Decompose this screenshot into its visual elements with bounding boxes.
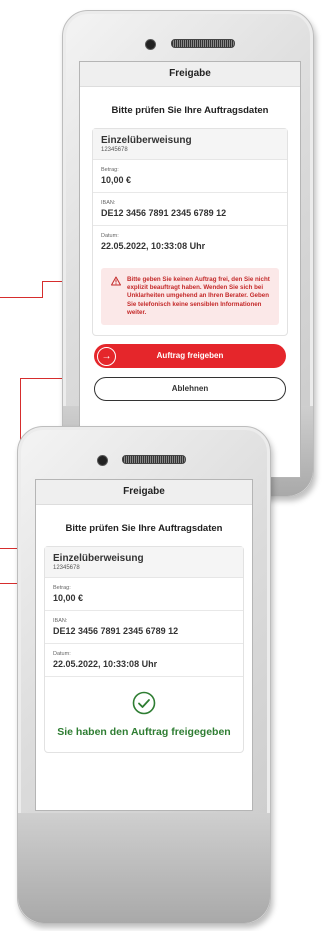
phone-screen: Freigabe Bitte prüfen Sie Ihre Auftragsd… (35, 479, 253, 811)
account-number: 12345678 (53, 565, 80, 571)
field-value: 10,00 € (101, 175, 132, 185)
field-value: 22.05.2022, 10:33:08 Uhr (101, 241, 206, 251)
check-circle-icon (132, 691, 156, 715)
field-label: Betrag: (53, 585, 71, 591)
amount-field: Betrag: 10,00 € (45, 578, 243, 611)
connector-line (0, 297, 42, 298)
approve-order-button[interactable]: → Auftrag freigeben (94, 344, 286, 369)
iban-field: IBAN: DE12 3456 7891 2345 6789 12 (45, 611, 243, 644)
connector-line (42, 281, 43, 298)
app-header-title: Freigabe (36, 480, 252, 505)
warning-text: Bitte geben Sie keinen Auftrag frei, den… (127, 276, 270, 316)
phone-mockup-back: Freigabe Bitte prüfen Sie Ihre Auftragsd… (62, 10, 314, 497)
approve-label: Auftrag freigeben (156, 351, 224, 361)
date-field: Datum: 22.05.2022, 10:33:08 Uhr (45, 644, 243, 677)
iban-field: IBAN: DE12 3456 7891 2345 6789 12 (93, 193, 287, 226)
phone-bottom-bezel (18, 813, 270, 923)
speaker-grille (122, 455, 186, 464)
reject-button[interactable]: Ablehnen (94, 377, 286, 402)
phone-mockup-front: Freigabe Bitte prüfen Sie Ihre Auftragsd… (17, 426, 271, 924)
date-field: Datum: 22.05.2022, 10:33:08 Uhr (93, 226, 287, 258)
field-value: DE12 3456 7891 2345 6789 12 (53, 626, 179, 636)
camera-icon (97, 455, 108, 466)
field-value: 22.05.2022, 10:33:08 Uhr (53, 659, 158, 669)
order-type: Einzelüberweisung (53, 553, 144, 564)
success-section: Sie haben den Auftrag freigegeben (45, 677, 243, 752)
warning-box: Bitte geben Sie keinen Auftrag frei, den… (101, 268, 279, 326)
page-heading: Bitte prüfen Sie Ihre Auftragsdaten (65, 523, 223, 534)
arrow-right-icon: → (97, 347, 116, 367)
order-type: Einzelüberweisung (101, 135, 192, 146)
phone-screen: Freigabe Bitte prüfen Sie Ihre Auftragsd… (79, 61, 301, 478)
order-card: Einzelüberweisung 12345678 Betrag: 10,00… (92, 128, 288, 337)
amount-field: Betrag: 10,00 € (93, 160, 287, 193)
order-card-header: Einzelüberweisung 12345678 (93, 129, 287, 160)
field-label: Betrag: (101, 167, 119, 173)
app-header-title: Freigabe (80, 62, 300, 87)
warning-triangle-icon (111, 276, 121, 286)
page-heading: Bitte prüfen Sie Ihre Auftragsdaten (111, 105, 269, 116)
speaker-grille (171, 39, 235, 48)
camera-icon (145, 39, 156, 50)
order-card: Einzelüberweisung 12345678 Betrag: 10,00… (44, 546, 244, 753)
account-number: 12345678 (101, 147, 128, 153)
field-label: Datum: (101, 233, 119, 239)
field-label: IBAN: (53, 618, 68, 624)
field-value: DE12 3456 7891 2345 6789 12 (101, 208, 227, 218)
field-label: IBAN: (101, 200, 116, 206)
field-value: 10,00 € (53, 593, 84, 603)
order-card-header: Einzelüberweisung 12345678 (45, 547, 243, 578)
field-label: Datum: (53, 651, 71, 657)
success-message: Sie haben den Auftrag freigegeben (57, 726, 231, 738)
